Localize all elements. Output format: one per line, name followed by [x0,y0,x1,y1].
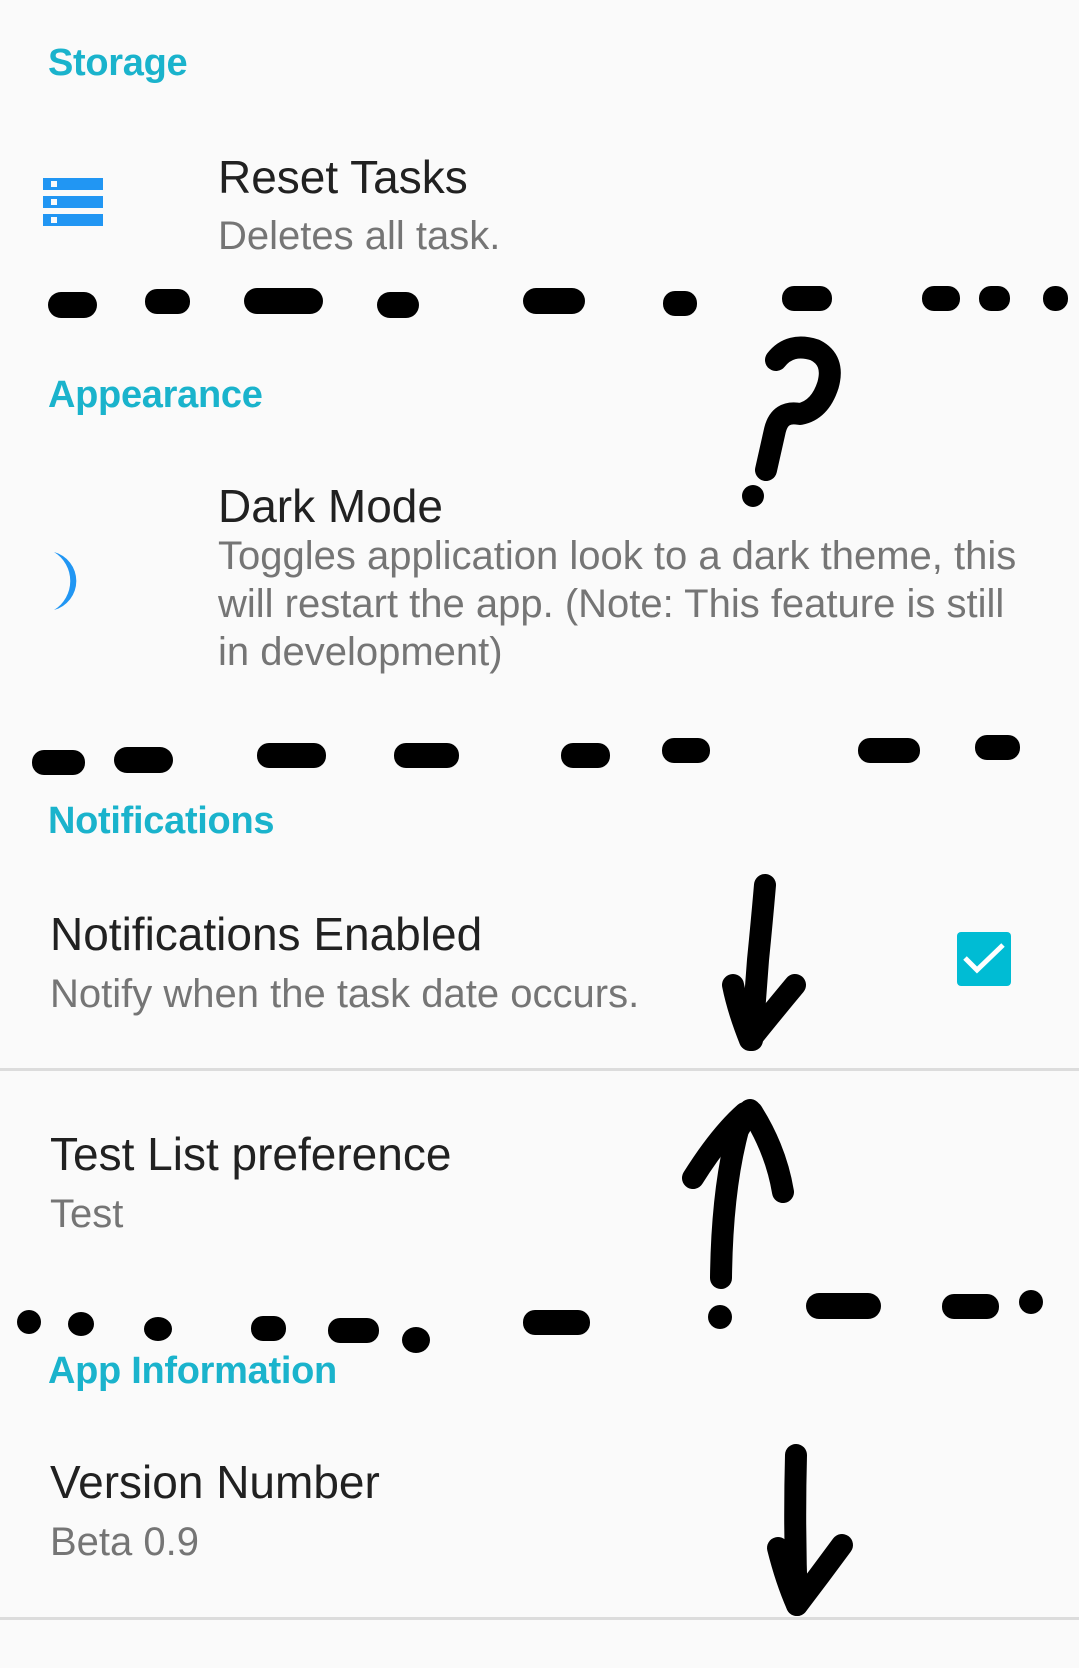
pref-notifications-enabled[interactable]: Notifications Enabled Notify when the ta… [0,870,1079,1068]
pref-summary: Deletes all task. [218,214,501,258]
pref-title: Test List preference [50,1128,452,1180]
dashed-line-annotation [48,286,1068,318]
notifications-checkbox[interactable] [957,932,1011,986]
pref-summary: Toggles application look to a dark theme… [218,534,1017,674]
pref-summary: Test [50,1192,124,1236]
pref-title: Version Number [50,1456,380,1508]
pref-summary: Notify when the task date occurs. [50,972,640,1016]
pref-reset-tasks[interactable]: Reset Tasks Deletes all task. [0,120,1079,270]
storage-icon [43,178,103,227]
pref-test-list[interactable]: Test List preference Test [0,1071,1079,1271]
section-header-storage: Storage [48,42,188,84]
divider [0,1617,1079,1620]
pref-version-number[interactable]: Version Number Beta 0.9 [0,1420,1079,1618]
moon-icon [54,552,77,610]
checkmark-icon [963,943,1005,974]
pref-title: Reset Tasks [218,151,468,203]
pref-dark-mode[interactable]: Dark Mode Toggles application look to a … [0,450,1079,700]
dashed-line-annotation [17,1290,1043,1353]
pref-summary: Beta 0.9 [50,1520,200,1564]
pref-title: Notifications Enabled [50,908,483,960]
dashed-line-annotation [32,735,1020,775]
section-header-notifications: Notifications [48,800,275,842]
section-header-appearance: Appearance [48,374,263,416]
pref-title: Dark Mode [218,480,443,532]
section-header-app-information: App Information [48,1350,337,1392]
